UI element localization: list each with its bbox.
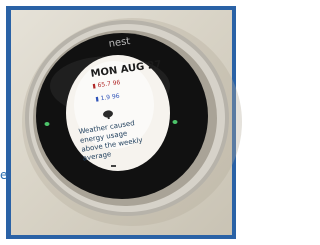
screen-temp-line-1: ▮ 65.7 96 [92,79,121,90]
edge-letter: e [0,168,8,182]
screen-text-layer: nest MON AUG 27 ▮ 65.7 96 ▮ 1.9 96 Weath… [0,0,242,245]
screen-temp-line-2: ▮ 1.9 96 [95,92,121,103]
screen-date: MON AUG 27 [90,59,163,80]
photo-scene: nest MON AUG 27 ▮ 65.7 96 ▮ 1.9 96 Weath… [0,0,242,245]
brand-logo-text: nest [108,35,131,50]
screen-message: Weather caused energy usage above the we… [78,119,144,163]
